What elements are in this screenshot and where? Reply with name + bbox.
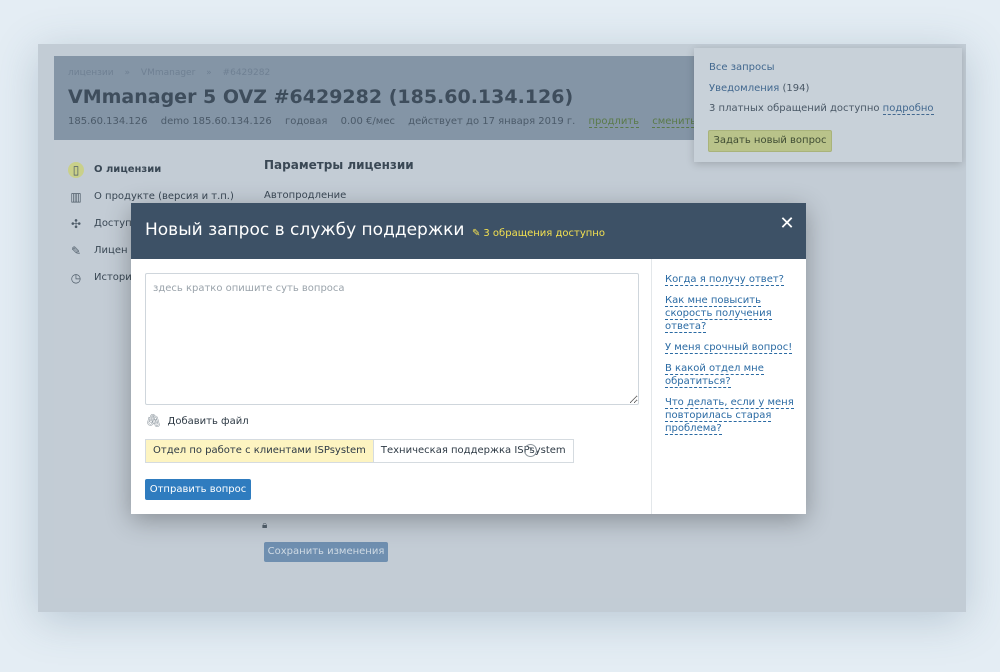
faq-item: У меня срочный вопрос! (665, 341, 797, 354)
notifications-link[interactable]: Уведомления (709, 83, 779, 94)
help-icon[interactable]: ? (524, 444, 537, 457)
extend-link[interactable]: продлить (588, 116, 640, 128)
support-request-modal: Новый запрос в службу поддержки ✎ 3 обращ… (131, 203, 806, 514)
breadcrumb: лицензии » VMmanager » #6429282 (68, 68, 278, 78)
license-meta: 185.60.134.126 demo 185.60.134.126 годов… (68, 116, 743, 128)
new-question-button[interactable]: Задать новый вопрос (708, 130, 832, 152)
paid-details-link[interactable]: подробно (882, 103, 934, 115)
page-title: VMmanager 5 OVZ #6429282 (185.60.134.126… (68, 86, 574, 108)
ticket-icon: ✎ (472, 228, 481, 239)
faq-list: Когда я получу ответ? Как мне повысить с… (665, 273, 797, 443)
meta-ip: 185.60.134.126 (68, 116, 148, 127)
department-option-tech-support[interactable]: Техническая поддержка ISPsystem (374, 440, 573, 462)
add-file-label: Добавить файл (167, 416, 249, 427)
support-dropdown: Все запросы Уведомления (194) 3 платных … (694, 48, 962, 162)
notifications-count: (194) (782, 83, 810, 94)
meta-price: 0.00 €/мес (340, 116, 395, 127)
modal-title: Новый запрос в службу поддержки (145, 220, 465, 240)
sidebar-item-label: Доступ (94, 218, 132, 229)
close-icon[interactable]: ✕ (776, 213, 798, 235)
submit-question-button[interactable]: Отправить вопрос (145, 479, 251, 500)
breadcrumb-separator: » (124, 68, 131, 78)
modal-divider (651, 259, 652, 514)
save-changes-button[interactable]: Сохранить изменения (264, 542, 388, 562)
meta-demo: demo 185.60.134.126 (160, 116, 272, 127)
meta-period: годовая (284, 116, 328, 127)
meta-valid-until: действует до 17 января 2019 г. (408, 116, 576, 127)
badge-text: 3 обращения доступно (483, 228, 605, 239)
document-icon: ✎ (70, 243, 82, 258)
faq-link[interactable]: Как мне повысить скорость получения отве… (665, 295, 772, 333)
modal-header: Новый запрос в службу поддержки ✎ 3 обращ… (131, 203, 806, 259)
request-form: 🖇︎ Добавить файл Отдел по работе с клиен… (131, 259, 651, 514)
faq-link[interactable]: Что делать, если у меня повторилась стар… (665, 397, 794, 435)
department-option-clients[interactable]: Отдел по работе с клиентами ISPsystem (146, 440, 374, 462)
faq-link[interactable]: В какой отдел мне обратиться? (665, 363, 764, 388)
department-selector: Отдел по работе с клиентами ISPsystem Те… (145, 439, 574, 463)
faq-link[interactable]: У меня срочный вопрос! (665, 342, 793, 354)
faq-item: Как мне повысить скорость получения отве… (665, 294, 797, 333)
faq-item: В какой отдел мне обратиться? (665, 362, 797, 388)
sidebar-item-label: Истори (94, 272, 132, 283)
section-title: Параметры лицензии (264, 158, 414, 172)
faq-item: Когда я получу ответ? (665, 273, 797, 286)
app-window: лицензии » VMmanager » #6429282 VMmanage… (38, 44, 966, 612)
add-file-button[interactable]: 🖇︎ Добавить файл (145, 414, 249, 429)
breadcrumb-separator: » (206, 68, 212, 78)
all-requests-link[interactable]: Все запросы (709, 62, 775, 73)
puzzle-icon: ✣ (70, 216, 82, 231)
lock-icon: 🔒︎ (262, 520, 268, 531)
faq-item: Что делать, если у меня повторилась стар… (665, 396, 797, 435)
paid-requests-text: 3 платных обращений доступно (709, 103, 880, 114)
auto-renew-label: Автопродление (264, 190, 347, 201)
paperclip-icon: 🖇︎ (145, 414, 162, 429)
breadcrumb-item[interactable]: лицензии (68, 68, 114, 78)
barcode-icon: ▥ (70, 189, 82, 204)
sidebar-item-about-license[interactable]: ▯ О лицензии (68, 156, 234, 183)
question-textarea[interactable] (145, 273, 639, 405)
sidebar-item-label: Лицен (94, 245, 128, 256)
sidebar-item-label: О продукте (версия и т.п.) (94, 191, 234, 202)
breadcrumb-item[interactable]: VMmanager (141, 68, 195, 78)
sidebar-item-label: О лицензии (94, 164, 162, 175)
license-icon: ▯ (68, 161, 84, 178)
breadcrumb-item: #6429282 (222, 68, 271, 78)
faq-link[interactable]: Когда я получу ответ? (665, 274, 784, 286)
available-requests-badge: ✎ 3 обращения доступно (472, 228, 605, 239)
clock-icon: ◷ (70, 270, 82, 285)
